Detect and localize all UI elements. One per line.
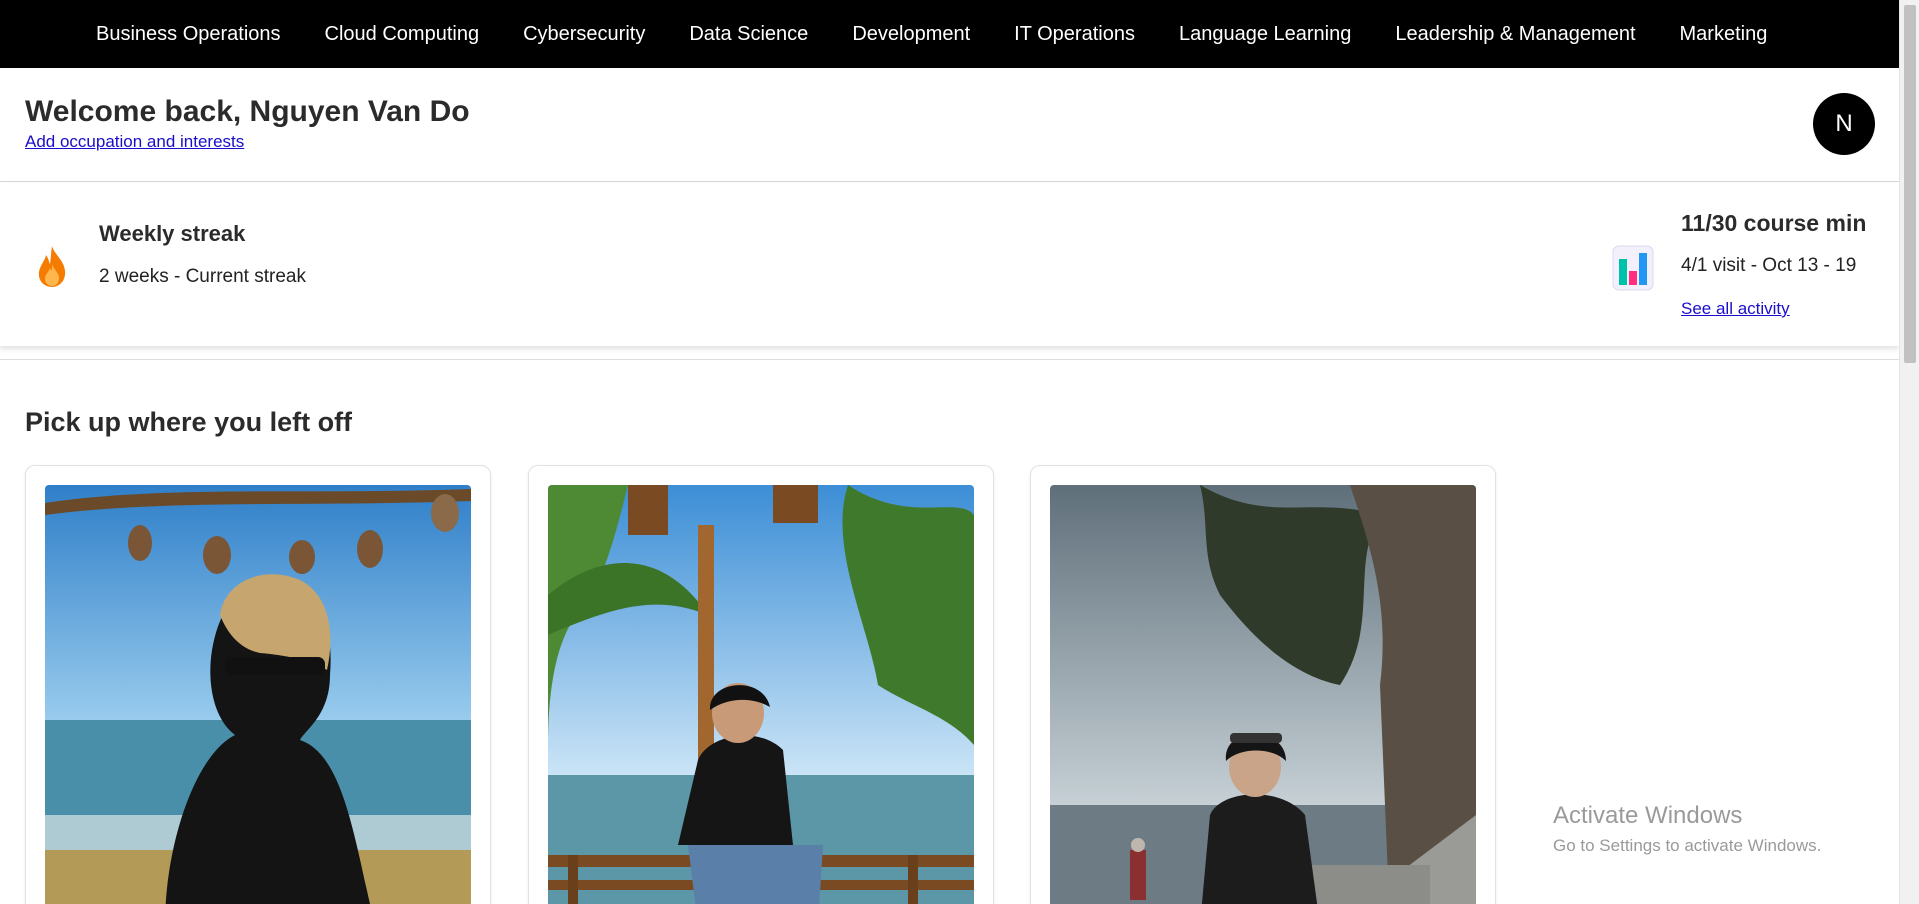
category-nav: Business Operations Cloud Computing Cybe… xyxy=(0,0,1899,68)
course-thumbnail[interactable] xyxy=(1050,485,1476,904)
course-thumbnail[interactable] xyxy=(548,485,974,904)
nav-item-data-science[interactable]: Data Science xyxy=(689,23,808,46)
scrollbar-thumb[interactable] xyxy=(1904,5,1916,363)
stats-title: 11/30 course min xyxy=(1681,210,1867,236)
course-thumbnail[interactable] xyxy=(45,485,471,904)
welcome-header: Welcome back, Nguyen Van Do Add occupati… xyxy=(0,68,1899,182)
nav-item-development[interactable]: Development xyxy=(852,23,970,46)
course-card[interactable] xyxy=(528,465,994,904)
continue-section-title: Pick up where you left off xyxy=(25,407,353,437)
watermark-subtitle: Go to Settings to activate Windows. xyxy=(1553,836,1822,855)
nav-item-it-operations[interactable]: IT Operations xyxy=(1014,23,1135,46)
course-card[interactable] xyxy=(25,465,491,904)
vertical-scrollbar[interactable] xyxy=(1899,0,1919,904)
bar-chart-icon xyxy=(1612,245,1654,291)
nav-item-cloud-computing[interactable]: Cloud Computing xyxy=(325,23,480,46)
beach-photo-sitting-steps xyxy=(1050,485,1476,904)
watermark-title: Activate Windows xyxy=(1553,802,1743,829)
welcome-title: Welcome back, Nguyen Van Do xyxy=(25,95,470,128)
nav-item-language-learning[interactable]: Language Learning xyxy=(1179,23,1351,46)
stats-subtitle: 4/1 visit - Oct 13 - 19 xyxy=(1681,255,1857,276)
activity-summary: Weekly streak 2 weeks - Current streak 1… xyxy=(0,183,1899,346)
add-occupation-link[interactable]: Add occupation and interests xyxy=(25,132,244,152)
nav-item-cybersecurity[interactable]: Cybersecurity xyxy=(523,23,645,46)
see-all-activity-link[interactable]: See all activity xyxy=(1681,299,1790,319)
section-divider xyxy=(0,359,1899,360)
nav-item-business-operations[interactable]: Business Operations xyxy=(96,23,281,46)
streak-subtitle: 2 weeks - Current streak xyxy=(99,266,306,287)
nav-item-leadership-management[interactable]: Leadership & Management xyxy=(1395,23,1635,46)
beach-photo-sitting-railing xyxy=(548,485,974,904)
avatar[interactable]: N xyxy=(1813,93,1875,155)
nav-item-marketing[interactable]: Marketing xyxy=(1680,23,1768,46)
course-card[interactable] xyxy=(1030,465,1496,904)
windows-activation-watermark: Activate Windows Go to Settings to activ… xyxy=(1553,802,1821,856)
flame-icon xyxy=(38,246,66,287)
beach-photo-back-view xyxy=(45,485,471,904)
streak-title: Weekly streak xyxy=(99,221,246,246)
